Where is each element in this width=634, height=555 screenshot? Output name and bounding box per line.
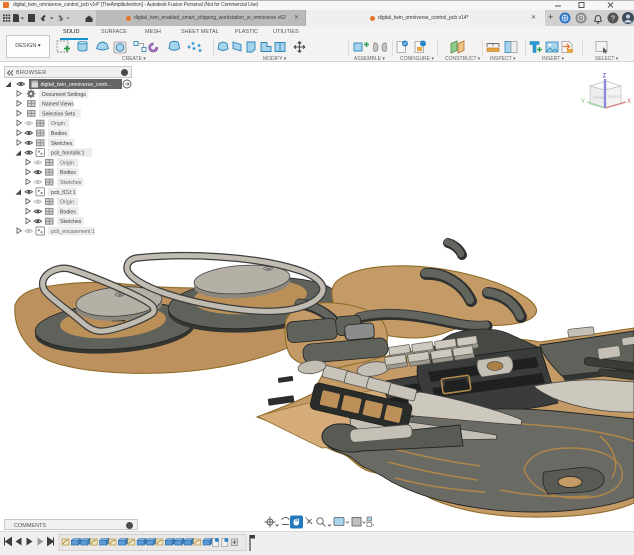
- svg-text:Bodies: Bodies: [60, 170, 76, 176]
- svg-text:digital_twin_omniverse_contr..: digital_twin_omniverse_contr...: [41, 82, 112, 88]
- svg-text:Origin: Origin: [60, 160, 74, 166]
- svg-text:Sketches: Sketches: [60, 219, 82, 225]
- svg-text:pcb_fCU:1: pcb_fCU:1: [51, 190, 76, 196]
- svg-text:Bodies: Bodies: [51, 131, 67, 137]
- svg-text:Selection Sets: Selection Sets: [42, 111, 76, 117]
- svg-text:Sketches: Sketches: [51, 141, 73, 147]
- svg-text:Bodies: Bodies: [60, 209, 76, 215]
- svg-text:Z: Z: [603, 74, 607, 80]
- svg-text:X: X: [627, 99, 631, 105]
- svg-text:pcb_frontsilk:1: pcb_frontsilk:1: [51, 151, 85, 157]
- svg-text:Named Views: Named Views: [42, 102, 74, 108]
- svg-text:Y: Y: [581, 99, 585, 105]
- svg-text:Origin: Origin: [51, 121, 65, 127]
- svg-text:pcb_encasement:1: pcb_encasement:1: [51, 229, 95, 235]
- svg-text:Document Settings: Document Settings: [42, 92, 86, 98]
- svg-text:Sketches: Sketches: [60, 180, 82, 186]
- svg-text:?: ?: [611, 16, 615, 23]
- svg-text:Origin: Origin: [60, 200, 74, 206]
- svg-text:RIGHT: RIGHT: [608, 94, 621, 99]
